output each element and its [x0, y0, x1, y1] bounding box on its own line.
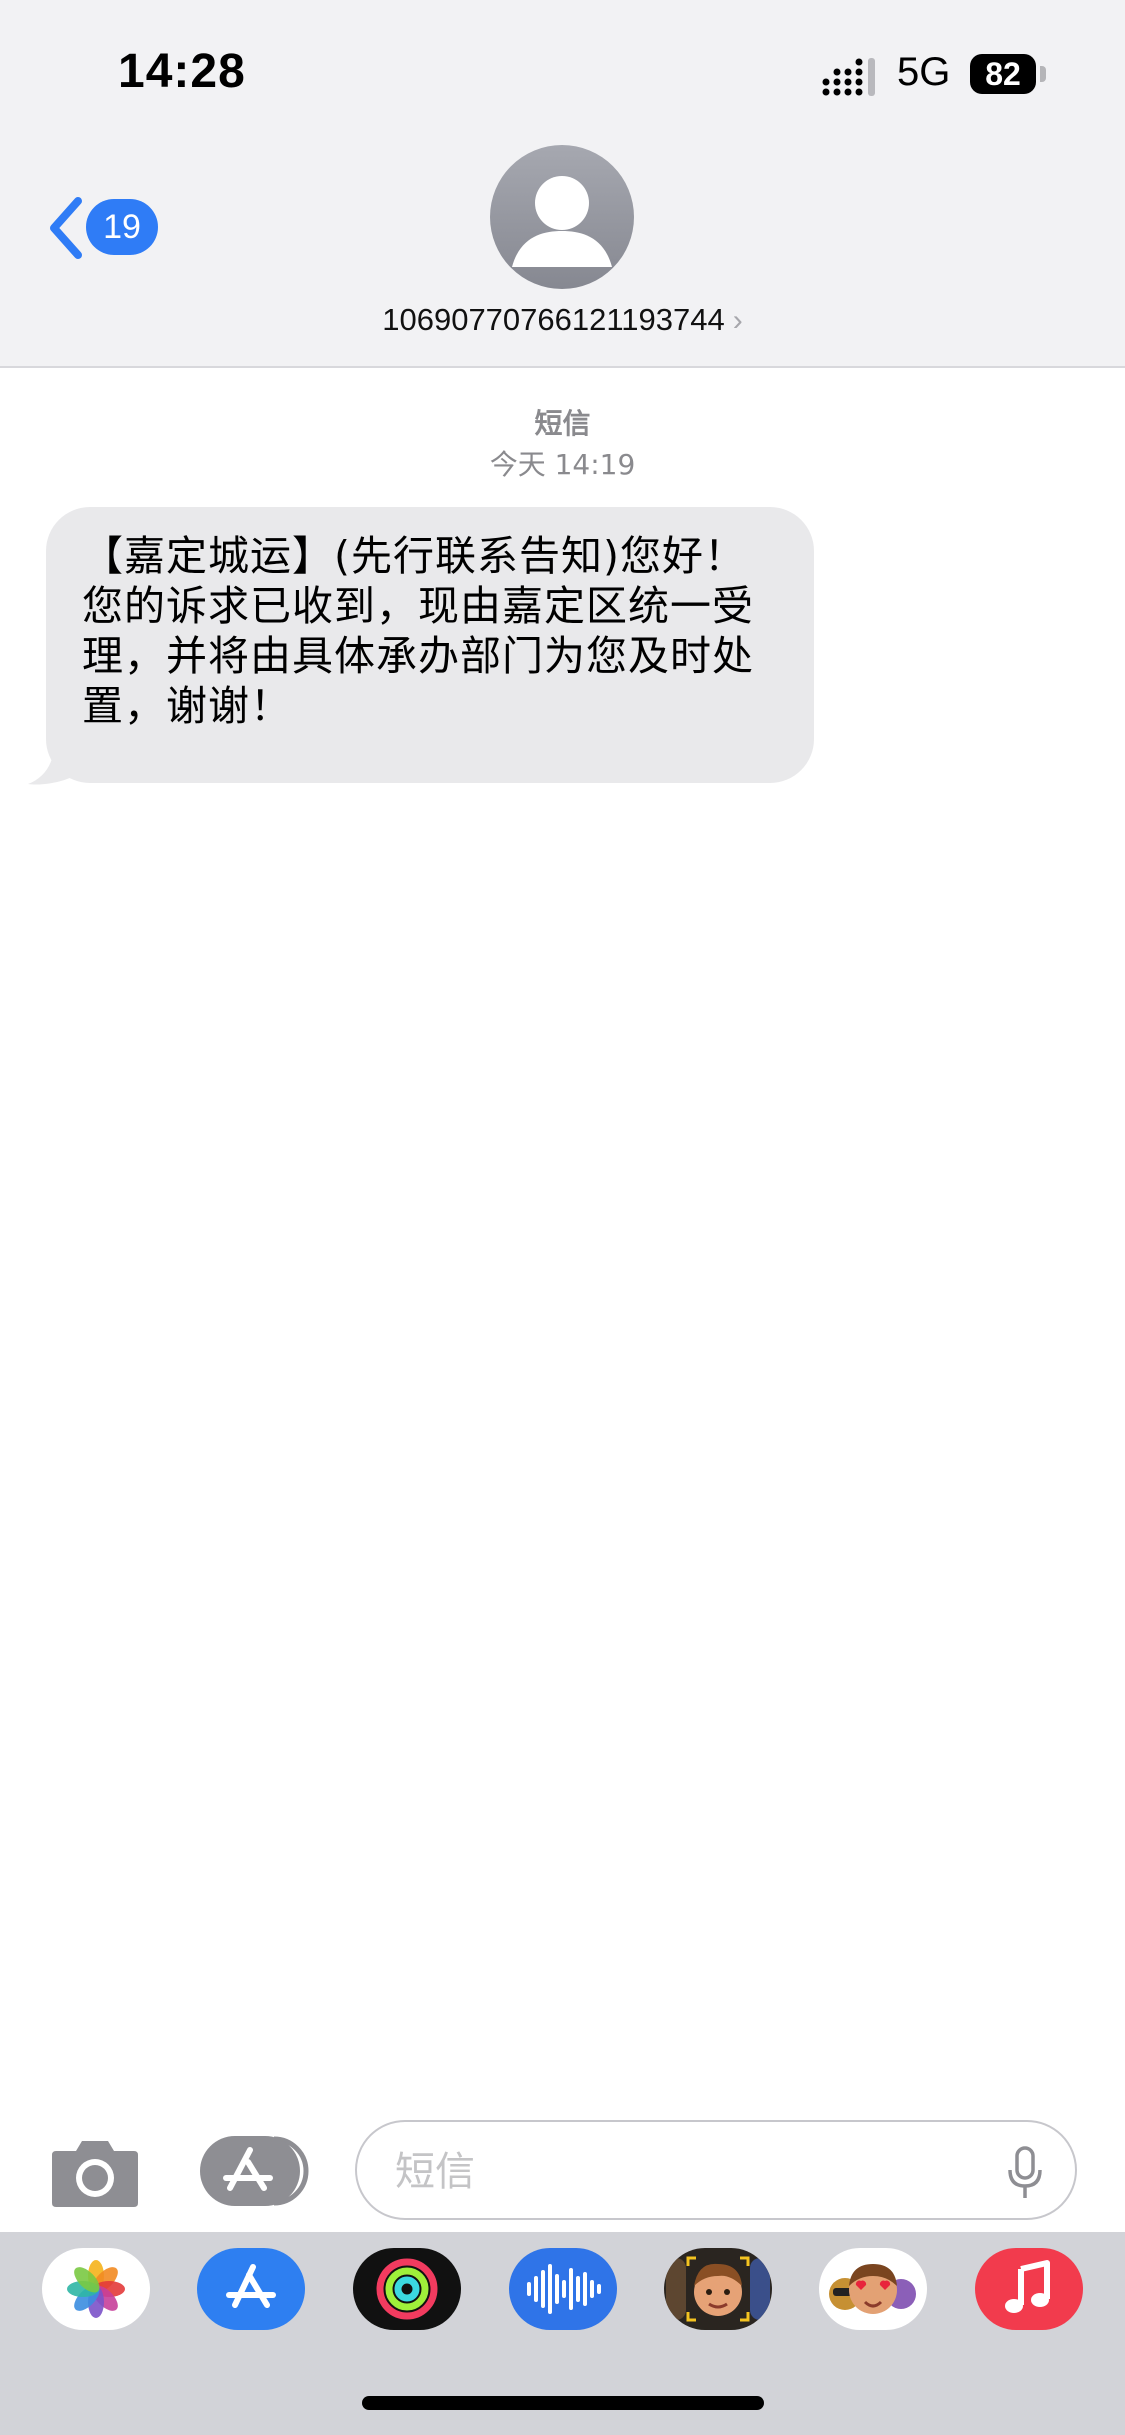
- message-input[interactable]: [393, 2144, 997, 2200]
- message-time: 14:19: [554, 448, 636, 481]
- music-icon[interactable]: [975, 2248, 1083, 2330]
- home-indicator[interactable]: [362, 2396, 764, 2410]
- network-type: 5G: [897, 50, 951, 94]
- contact-number[interactable]: 106907707661211937​44: [382, 302, 725, 337]
- status-time: 14:28: [118, 45, 246, 98]
- message-date: 今天: [489, 448, 546, 481]
- message-text: 【嘉定城运】(先行联系告知)您好！您的诉求已收到，现由嘉定区统一受理，并将由具体…: [82, 532, 754, 730]
- memoji-icon[interactable]: [664, 2248, 772, 2330]
- app-store-apps-icon[interactable]: [200, 2136, 310, 2206]
- photos-icon[interactable]: [42, 2248, 150, 2330]
- audio-message-icon[interactable]: [509, 2248, 617, 2330]
- contact-name[interactable]: 106907707661211937​44 ›: [0, 302, 1125, 338]
- contact-avatar[interactable]: [490, 145, 634, 289]
- chevron-right-icon: ›: [732, 304, 743, 337]
- memoji-stickers-icon[interactable]: [819, 2248, 927, 2330]
- person-icon: [490, 145, 634, 289]
- message-input-box[interactable]: [355, 2120, 1077, 2220]
- back-chevron-icon[interactable]: [44, 195, 88, 261]
- app-store-icon[interactable]: [197, 2248, 305, 2330]
- activity-icon[interactable]: [353, 2248, 461, 2330]
- battery-cap: [1040, 66, 1046, 82]
- microphone-icon[interactable]: [1005, 2146, 1045, 2200]
- unread-count-badge[interactable]: 19: [86, 199, 158, 255]
- battery-icon: 82: [970, 54, 1036, 94]
- message-service-label: 短信: [534, 407, 591, 440]
- camera-icon[interactable]: [50, 2135, 140, 2209]
- message-timestamp: 今天 14:19: [0, 443, 1125, 483]
- message-bubble[interactable]: 【嘉定城运】(先行联系告知)您好！您的诉求已收到，现由嘉定区统一受理，并将由具体…: [46, 507, 814, 783]
- battery-level: 82: [985, 56, 1021, 92]
- signal-icon: [822, 58, 875, 96]
